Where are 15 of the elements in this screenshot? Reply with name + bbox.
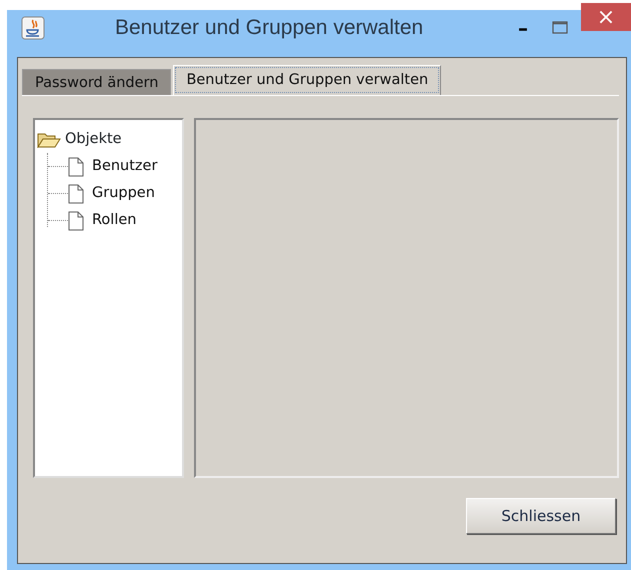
maximize-icon <box>552 21 568 34</box>
close-dialog-button[interactable]: Schliessen <box>466 498 616 534</box>
tab[interactable]: Password ändern <box>22 69 172 95</box>
tree-item[interactable]: Benutzer <box>92 156 158 178</box>
document-icon <box>68 184 84 204</box>
tree-item[interactable]: Rollen <box>92 210 136 232</box>
tree-item[interactable]: Gruppen <box>92 182 155 204</box>
document-icon <box>68 210 84 230</box>
tab[interactable]: Benutzer und Gruppen verwalten <box>173 65 442 95</box>
window-title: Benutzer und Gruppen verwalten <box>115 14 424 41</box>
document-icon <box>68 156 84 176</box>
minimize-button[interactable]: – <box>501 16 545 40</box>
tree-item[interactable]: Objekte <box>65 128 122 150</box>
java-cup-icon <box>21 16 45 40</box>
close-button[interactable]: × <box>581 3 631 31</box>
